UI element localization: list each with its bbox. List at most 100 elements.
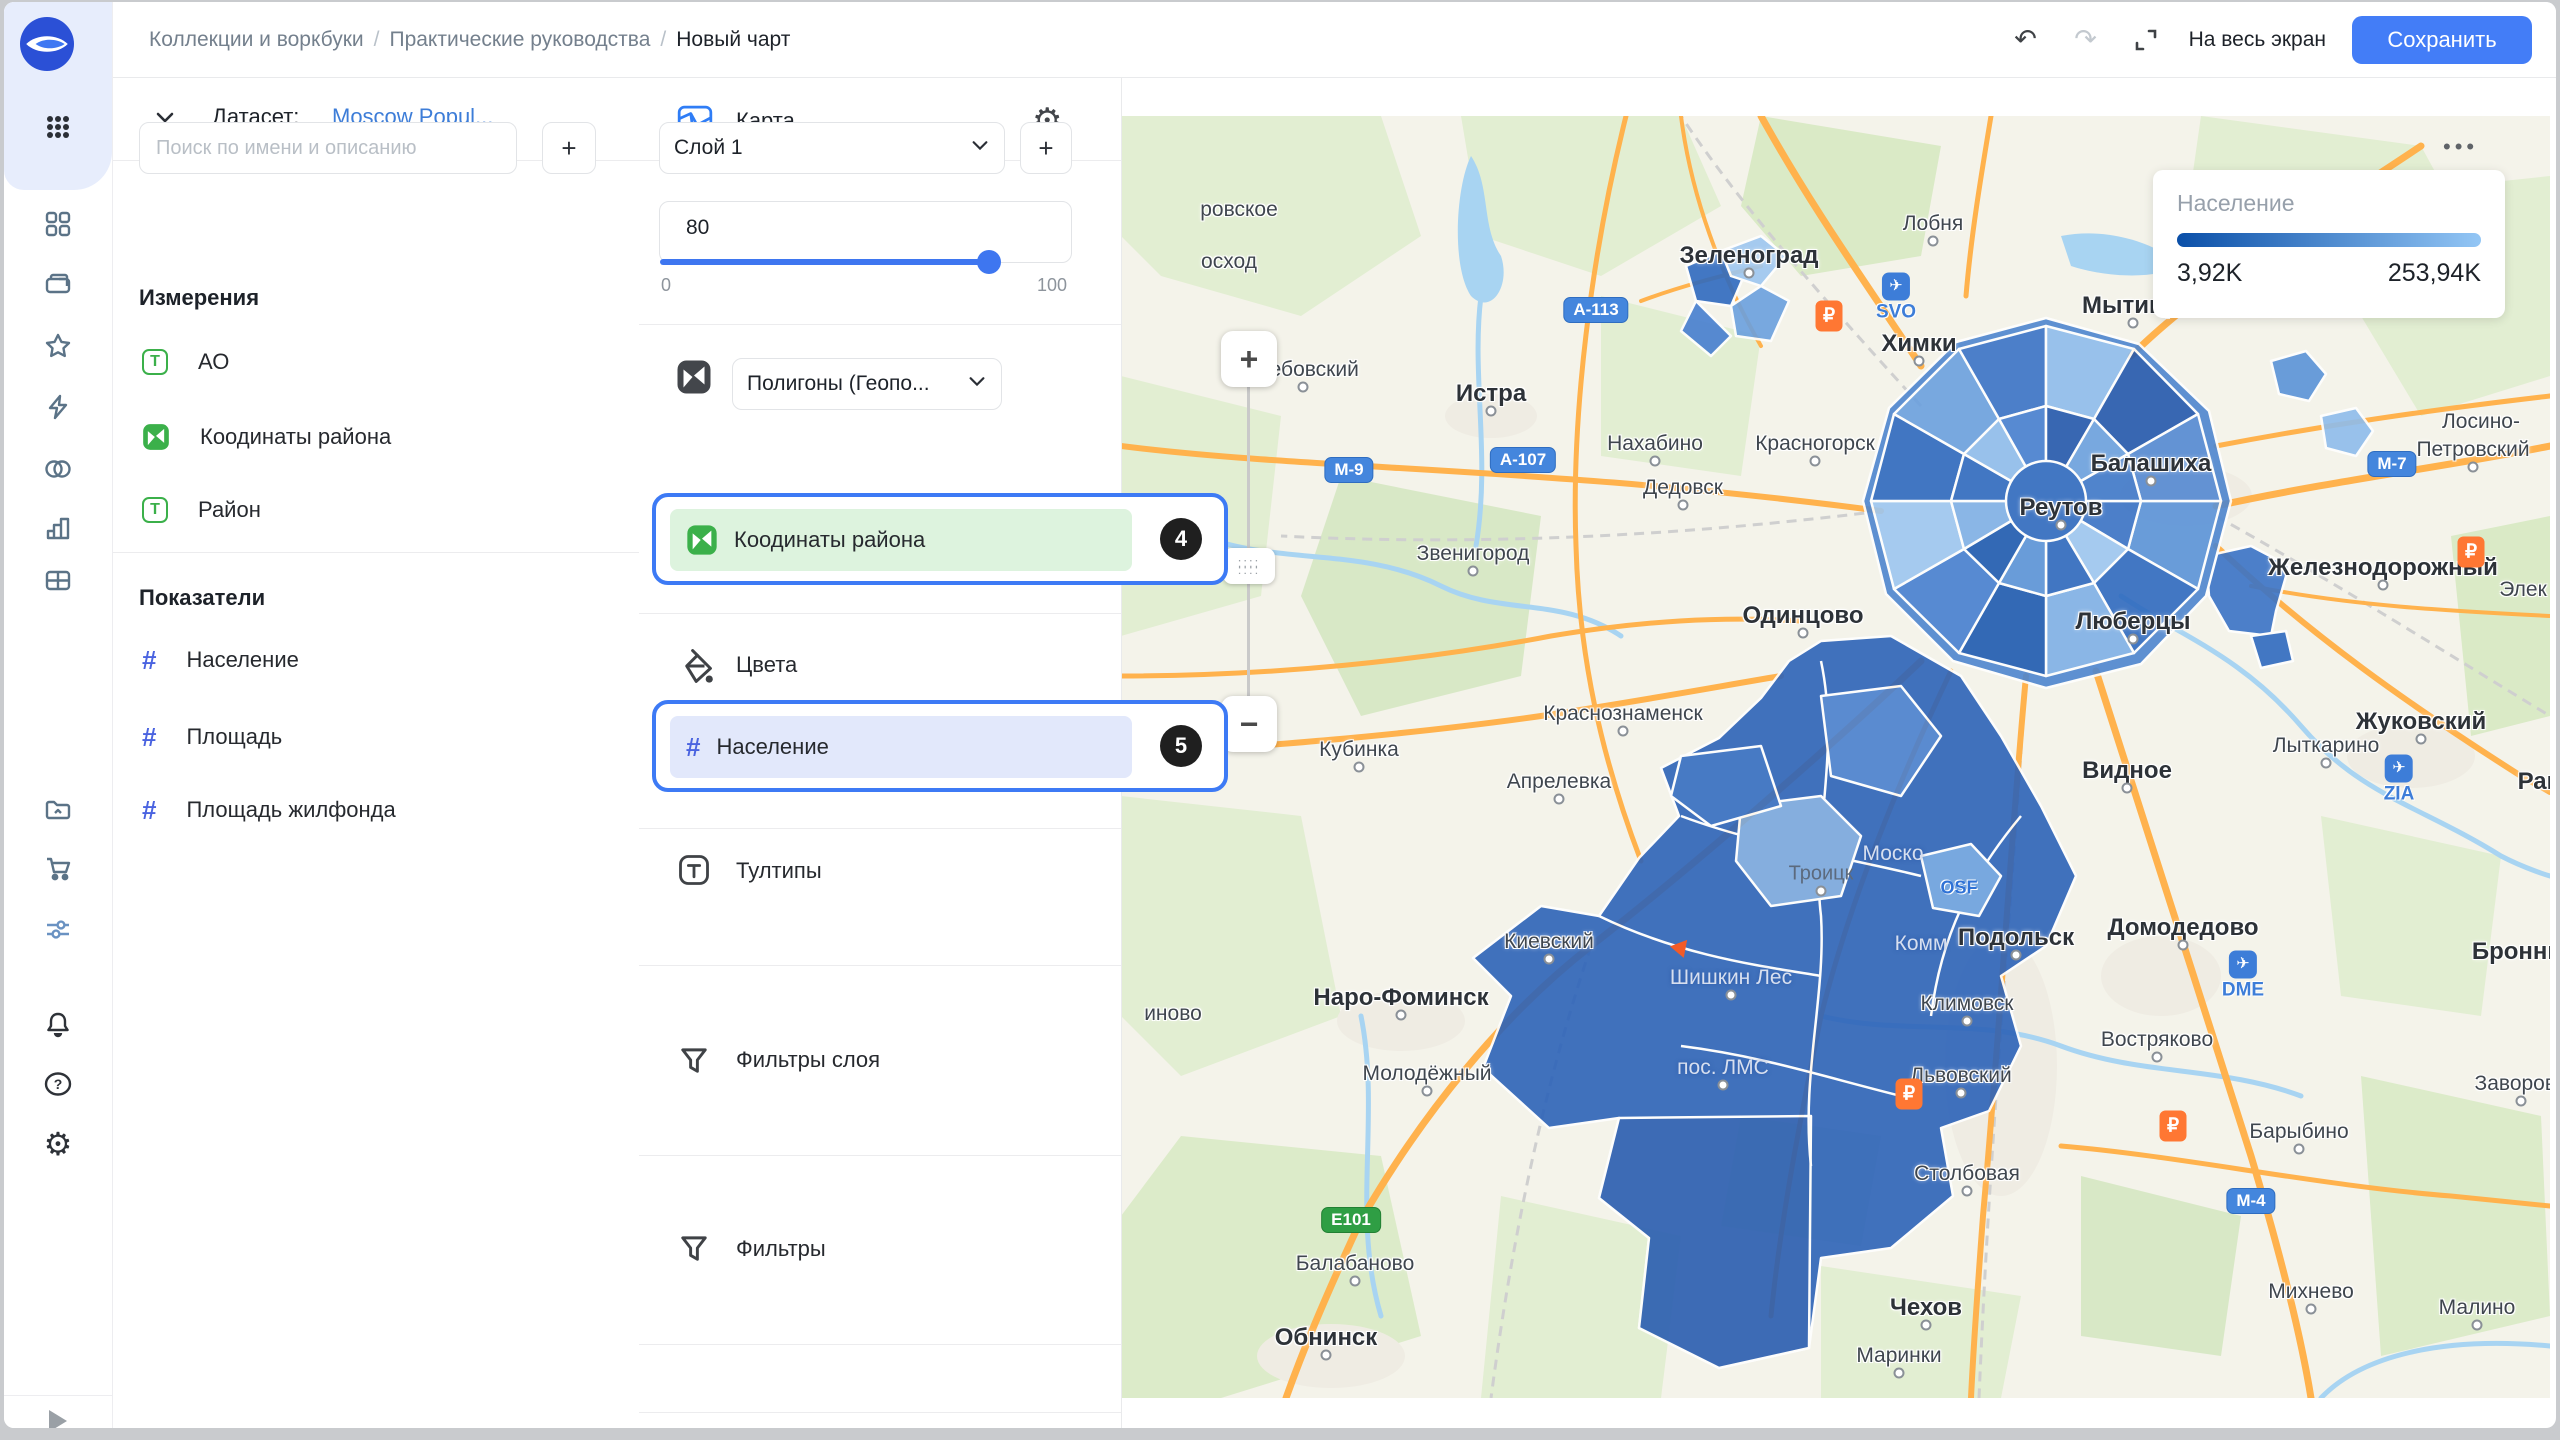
filters-title: Фильтры (736, 1236, 826, 1262)
fullscreen-label[interactable]: На весь экран (2189, 28, 2326, 52)
map-town-dot (1354, 762, 1365, 773)
layer-filters-icon (676, 1042, 712, 1083)
layer-select[interactable]: Слой 1 (659, 122, 1005, 174)
airplane-icon: ✈ (2385, 755, 2413, 783)
chevron-down-icon (967, 371, 987, 397)
map-town-label: Рам (2518, 768, 2550, 796)
map-more-menu-icon[interactable]: ••• (2443, 134, 2478, 160)
help-icon[interactable]: ? (41, 1067, 75, 1101)
map-canvas[interactable]: ЗеленоградЛобняровскоеосходГлебовскийИст… (1121, 116, 2550, 1398)
datalens-logo-icon[interactable] (20, 16, 74, 72)
map-town-dot (2128, 318, 2139, 329)
map-town-label: Петровский (2416, 438, 2529, 462)
add-layer-button[interactable]: + (1020, 122, 1072, 174)
add-field-button[interactable]: + (542, 122, 596, 174)
map-town-label: Лобня (1903, 212, 1963, 236)
map-town-label: Моско (1862, 842, 1923, 866)
map-town-dot (1810, 456, 1821, 467)
number-field-icon: # (142, 647, 156, 673)
opacity-min-label: 0 (661, 275, 671, 296)
breadcrumb-collections[interactable]: Коллекции и воркбуки (149, 28, 364, 52)
map-town-label: Барыбино (2249, 1120, 2348, 1144)
map-town-label: Столбовая (1914, 1162, 2020, 1186)
map-town-label: Видное (2082, 757, 2172, 785)
left-nav-rail: ? ⚙ (4, 2, 113, 1428)
layer-opacity-slider[interactable]: 80 (659, 201, 1072, 263)
services-sliders-icon[interactable] (41, 912, 75, 946)
number-field-icon: # (686, 734, 700, 760)
map-town-label: Жуковский (2356, 708, 2486, 736)
map-town-label: Обнинск (1275, 1324, 1378, 1352)
measure-row[interactable]: # Площадь жилфонда (142, 797, 396, 823)
dimension-row[interactable]: Коодинаты района (142, 423, 391, 451)
measure-row[interactable]: # Площадь (142, 724, 282, 750)
legend-max-value: 253,94K (2388, 259, 2481, 288)
measure-row[interactable]: # Население (142, 647, 299, 673)
zoom-out-button[interactable]: − (1221, 696, 1277, 752)
apps-grid-icon[interactable] (41, 110, 75, 144)
svg-text:?: ? (54, 1076, 63, 1092)
dimension-label: Район (198, 497, 261, 523)
map-town-dot (1816, 886, 1827, 897)
search-input[interactable] (139, 122, 517, 174)
map-town-dot (2468, 462, 2479, 473)
storage-folder-icon[interactable] (41, 792, 75, 826)
map-town-label: Шишкин Лес (1670, 966, 1792, 990)
layer-filters-title: Фильтры слоя (736, 1047, 880, 1073)
favorites-star-icon[interactable] (41, 329, 75, 363)
breadcrumb-workbook[interactable]: Практические руководства (389, 28, 650, 52)
settings-gear-icon[interactable]: ⚙ (41, 1127, 75, 1161)
geopolygon-type-value: Полигоны (Геопо... (747, 372, 930, 396)
airport-label: ✈SVO (1876, 273, 1916, 324)
panel-divider (639, 965, 1121, 966)
collections-icon[interactable] (41, 267, 75, 301)
notifications-bell-icon[interactable] (41, 1007, 75, 1041)
number-field-icon: # (142, 797, 156, 823)
map-town-dot (1554, 794, 1565, 805)
road-badge: А-107 (1490, 447, 1556, 473)
map-town-label: Краснознаменск (1543, 702, 1702, 726)
map-town-label: Нахабино (1607, 432, 1703, 456)
save-button[interactable]: Сохранить (2352, 16, 2532, 64)
dimension-row[interactable]: Т АО (142, 349, 229, 375)
dimension-row[interactable]: Т Район (142, 497, 261, 523)
map-town-dot (1726, 990, 1737, 1001)
map-town-label: Малино (2439, 1296, 2516, 1320)
zoom-drag-handle[interactable]: :::::::: (1223, 548, 1275, 584)
undo-icon[interactable]: ↶ (2009, 23, 2043, 57)
colors-section-icon (676, 647, 714, 690)
connections-bolt-icon[interactable] (41, 390, 75, 424)
geopolygon-field-icon (686, 524, 718, 556)
map-town-dot (1744, 268, 1755, 279)
colors-field-pill[interactable]: # Население (670, 716, 1132, 778)
fullscreen-icon[interactable] (2129, 23, 2163, 57)
tables-icon[interactable] (41, 563, 75, 597)
map-town-dot (2294, 1144, 2305, 1155)
map-town-label: Подольск (1958, 924, 2074, 952)
expand-rail-button[interactable] (41, 1404, 75, 1428)
dashboards-icon[interactable] (41, 207, 75, 241)
map-town-label: Дедовск (1643, 476, 1723, 500)
ruble-poi-icon: ₽ (2458, 537, 2485, 568)
map-town-dot (1544, 954, 1555, 965)
map-town-label: Лосино- (2442, 410, 2520, 434)
colors-section-title: Цвета (736, 652, 797, 678)
road-badge: А-113 (1563, 297, 1628, 323)
map-town-label: пос. ЛМС (1677, 1056, 1769, 1080)
panel-divider (112, 552, 639, 553)
zoom-in-button[interactable]: + (1221, 331, 1277, 387)
datasets-icon[interactable] (41, 452, 75, 486)
map-town-dot (2178, 940, 2189, 951)
measure-label: Население (186, 647, 298, 673)
map-town-label: ровское (1200, 198, 1278, 222)
geopolygon-field-pill[interactable]: Коодинаты района (670, 509, 1132, 571)
colors-field-label: Население (716, 734, 828, 760)
opacity-knob[interactable] (977, 250, 1001, 274)
map-town-label: осход (1201, 250, 1257, 274)
geopolygon-type-select[interactable]: Полигоны (Геопо... (732, 358, 1002, 410)
marketplace-cart-icon[interactable] (41, 851, 75, 885)
charts-icon[interactable] (41, 511, 75, 545)
map-town-label: Бронни (2472, 938, 2550, 966)
airport-label: ✈ZIA (2384, 755, 2415, 806)
redo-icon[interactable]: ↷ (2069, 23, 2103, 57)
